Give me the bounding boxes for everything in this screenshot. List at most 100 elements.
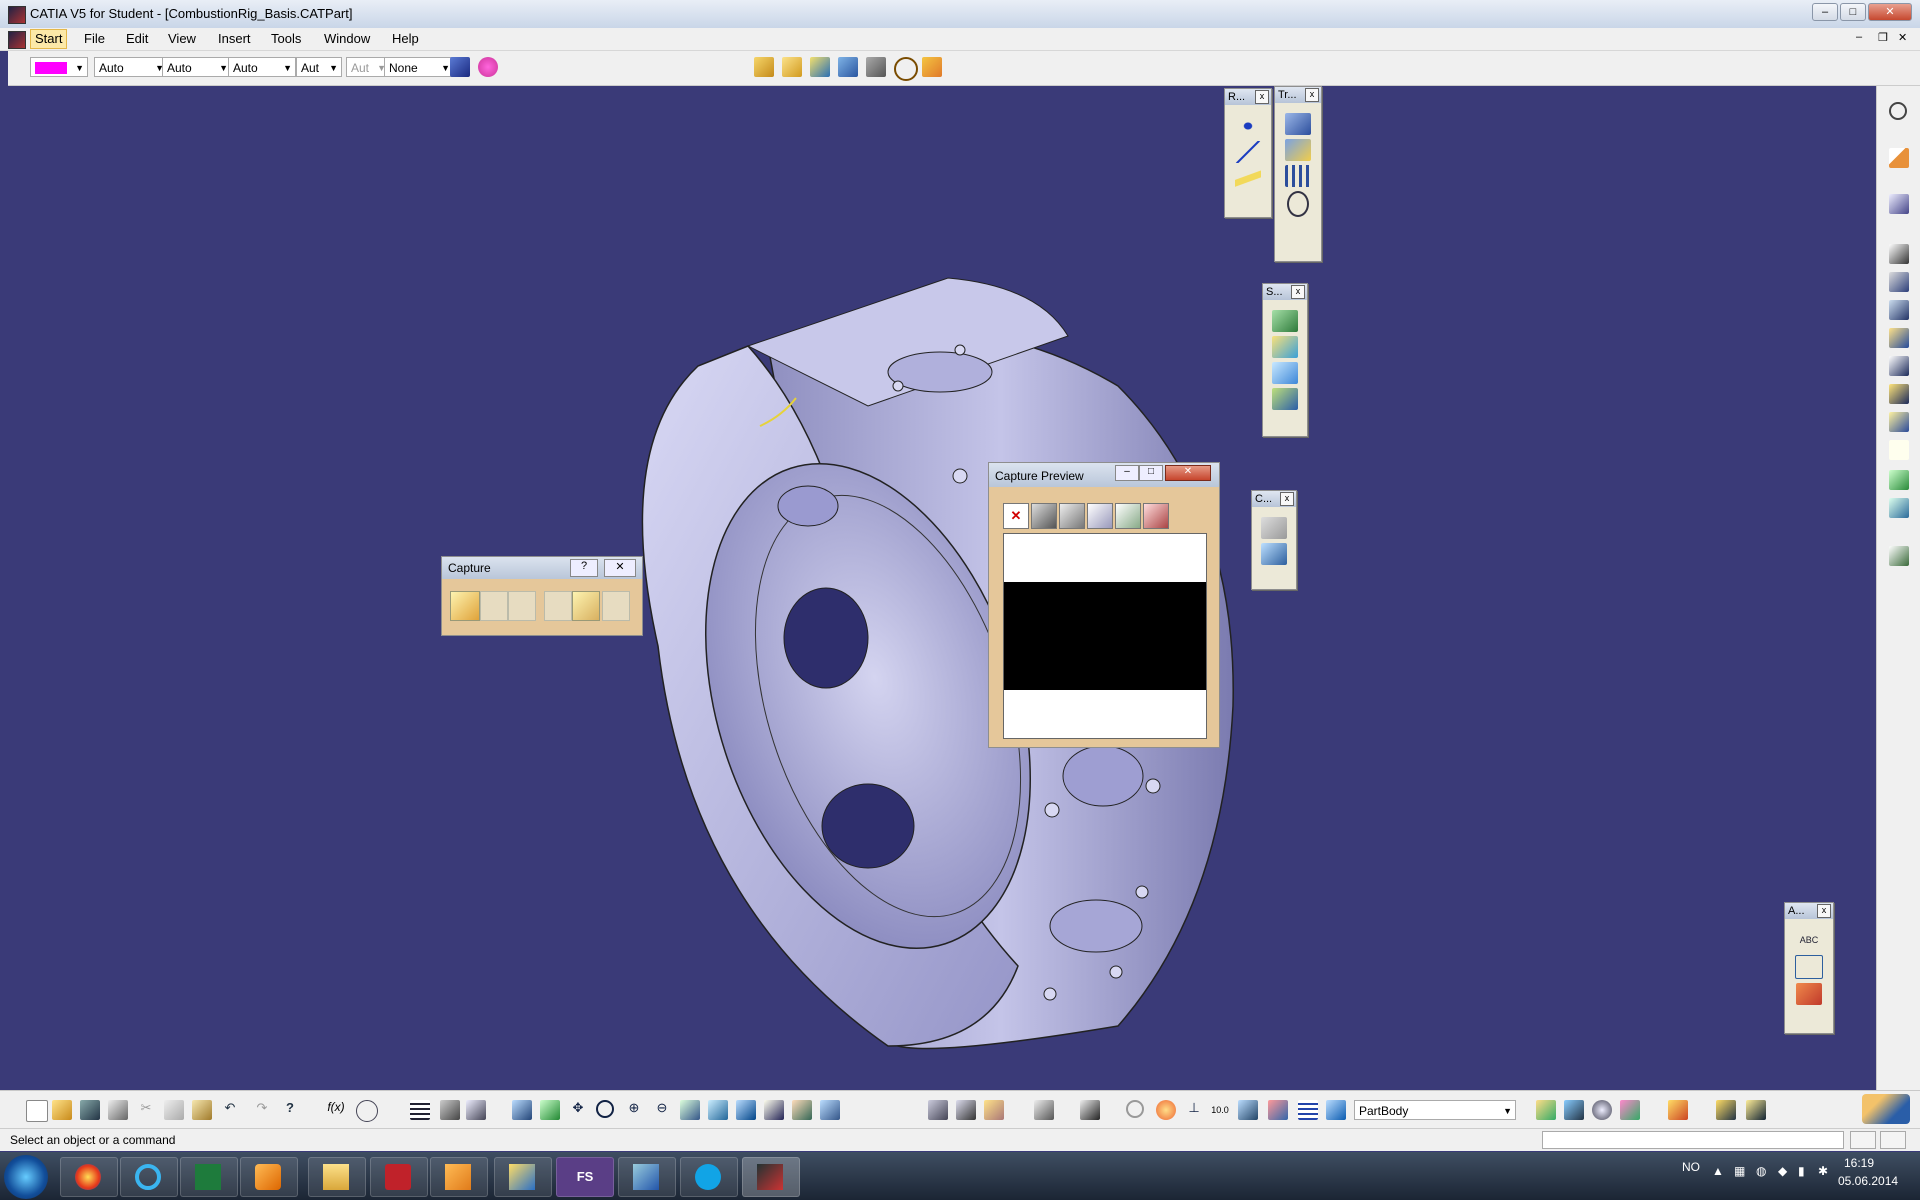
print-image-icon[interactable] — [602, 591, 630, 621]
swap-visible-space-icon[interactable] — [820, 1100, 840, 1120]
stiffener-feature-icon[interactable] — [1889, 440, 1909, 460]
pocket-icon[interactable] — [1889, 272, 1909, 292]
menu-window[interactable]: Window — [324, 31, 370, 46]
3d-annotation-query-icon[interactable] — [1796, 983, 1822, 1005]
stack-icon[interactable] — [1746, 1100, 1766, 1120]
close-button[interactable]: ✕ — [604, 559, 636, 577]
menu-insert[interactable]: Insert — [218, 31, 251, 46]
menu-view[interactable]: View — [168, 31, 196, 46]
file-explorer-icon[interactable] — [308, 1157, 366, 1197]
constraint-dialog-icon[interactable] — [1261, 543, 1287, 565]
start-orb[interactable] — [4, 1155, 48, 1199]
thick-surface-icon[interactable] — [1272, 336, 1298, 358]
copy-icon[interactable] — [1087, 503, 1113, 529]
constraint-analysis-icon[interactable] — [928, 1100, 948, 1120]
remote-desktop-icon[interactable] — [494, 1157, 552, 1197]
menu-edit[interactable]: Edit — [126, 31, 148, 46]
plane-icon[interactable] — [1235, 167, 1261, 189]
network-tray-icon[interactable]: ▦ — [1734, 1164, 1745, 1178]
translation-icon[interactable] — [1285, 113, 1311, 135]
undo-icon[interactable]: ↶ — [220, 1100, 240, 1120]
annotations-toolbar[interactable]: A... x ABC — [1784, 902, 1834, 1034]
window-title-bar[interactable]: CATIA V5 for Student - [CombustionRig_Ba… — [0, 0, 1920, 29]
lync-icon[interactable] — [618, 1157, 676, 1197]
media-player-icon[interactable] — [240, 1157, 298, 1197]
measure-item-icon[interactable] — [984, 1100, 1004, 1120]
layer-select[interactable]: None ▼ — [384, 57, 454, 77]
zoom-out-icon[interactable]: ⊖ — [652, 1100, 672, 1120]
fs-app-icon[interactable]: FS — [556, 1157, 614, 1197]
transformation-toolbar[interactable]: Tr... x — [1274, 86, 1322, 262]
delete-icon[interactable]: ✕ — [1003, 503, 1029, 529]
language-indicator[interactable]: NO — [1682, 1160, 1700, 1174]
status-button-right[interactable] — [1880, 1131, 1906, 1149]
apply-material-icon[interactable] — [466, 1100, 486, 1120]
fly-mode-icon[interactable] — [512, 1100, 532, 1120]
internet-explorer-icon[interactable] — [120, 1157, 178, 1197]
rib-icon[interactable] — [1889, 384, 1909, 404]
surface-based-features-toolbar[interactable]: S... x — [1262, 283, 1308, 437]
power-tray-icon[interactable]: ◍ — [1756, 1164, 1766, 1178]
maximize-button[interactable]: □ — [1139, 465, 1163, 481]
generative-shape-icon[interactable] — [1536, 1100, 1556, 1120]
flag-note-icon[interactable] — [1795, 955, 1823, 979]
shading-icon[interactable] — [764, 1100, 784, 1120]
doc-minimize-icon[interactable]: – — [1856, 31, 1862, 43]
constraints-toolbar[interactable]: C... x — [1251, 490, 1297, 590]
measure-icon[interactable] — [440, 1100, 460, 1120]
help-button[interactable]: ? — [570, 559, 598, 577]
transparency-select[interactable]: Auto ▼ — [94, 57, 168, 77]
pan-icon[interactable]: ✥ — [568, 1100, 588, 1120]
painter-icon[interactable] — [450, 57, 470, 77]
print-icon[interactable] — [108, 1100, 128, 1120]
close-icon[interactable]: x — [1255, 90, 1269, 104]
target-icon[interactable] — [894, 57, 918, 81]
solid-combine-icon[interactable] — [922, 57, 942, 77]
capture-mode-icon[interactable] — [450, 591, 480, 621]
knowledge-icon[interactable] — [356, 1100, 378, 1122]
grid-snap-icon[interactable]: 10.0 — [1210, 1100, 1230, 1120]
cut-icon[interactable]: ✂ — [136, 1100, 156, 1120]
edge-fillet-icon[interactable] — [1889, 470, 1909, 490]
isometric-view-icon[interactable] — [736, 1100, 756, 1120]
texture-icon[interactable] — [1620, 1100, 1640, 1120]
select-arrow-icon[interactable] — [1889, 148, 1909, 168]
part-body-select[interactable]: PartBody ▼ — [1354, 1100, 1516, 1120]
whats-this-icon[interactable]: ? — [280, 1100, 300, 1120]
album-icon[interactable] — [544, 591, 572, 621]
color-picker[interactable]: ▼ — [30, 57, 88, 77]
close-icon[interactable]: x — [1305, 88, 1319, 102]
print-icon[interactable] — [1059, 503, 1085, 529]
capture-toolbar[interactable]: Capture ? ✕ — [441, 556, 643, 636]
sketcher-icon[interactable] — [1889, 194, 1909, 214]
pattern-icon[interactable] — [1285, 165, 1311, 187]
scan-part-icon[interactable] — [1326, 1100, 1346, 1120]
zoom-in-icon[interactable]: ⊕ — [624, 1100, 644, 1120]
slot-icon[interactable] — [1889, 412, 1909, 432]
minimize-button[interactable]: – — [1115, 465, 1139, 481]
point-type-select[interactable]: Aut ▼ — [296, 57, 342, 77]
copy-icon[interactable] — [164, 1100, 184, 1120]
reference-elements-toolbar[interactable]: R... x — [1224, 88, 1272, 218]
capture-preview-window[interactable]: Capture Preview – □ ✕ ✕ — [988, 462, 1220, 748]
album-add-icon[interactable] — [1143, 503, 1169, 529]
design-table-icon[interactable] — [410, 1100, 430, 1120]
text-annotation-icon[interactable]: ABC — [1796, 929, 1822, 951]
axis-system-icon[interactable]: ⊥ — [1184, 1100, 1204, 1120]
minimize-button[interactable]: – — [1812, 3, 1838, 21]
measure-between-icon[interactable] — [956, 1100, 976, 1120]
curvature-analysis-icon[interactable] — [1298, 1100, 1318, 1120]
pad-icon[interactable] — [782, 57, 802, 77]
part-design-icon[interactable] — [754, 57, 774, 77]
menu-file[interactable]: File — [84, 31, 105, 46]
groove-icon[interactable] — [1889, 356, 1909, 376]
multi-view-icon[interactable] — [708, 1100, 728, 1120]
outlook-icon[interactable] — [430, 1157, 488, 1197]
point-icon[interactable] — [1235, 115, 1261, 137]
properties-icon[interactable] — [478, 57, 498, 77]
sew-surface-icon[interactable] — [1272, 388, 1298, 410]
shaft-icon[interactable] — [838, 57, 858, 77]
close-icon[interactable]: x — [1280, 492, 1294, 506]
rotate-icon[interactable] — [596, 1100, 614, 1118]
constraint-icon[interactable] — [1261, 517, 1287, 539]
